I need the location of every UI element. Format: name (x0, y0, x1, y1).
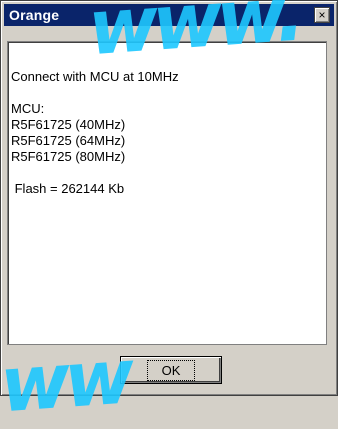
window-title: Orange (9, 7, 60, 23)
message-line (11, 165, 326, 181)
message-line: Flash = 262144 Kb (11, 181, 125, 196)
ok-button-label: OK (146, 359, 196, 381)
message-area: Connect with MCU at 10MHz MCU: R5F61725 … (7, 41, 327, 345)
message-line: R5F61725 (40MHz) (11, 117, 126, 132)
message-line: MCU: (11, 101, 45, 116)
message-line: R5F61725 (64MHz) (11, 133, 126, 148)
close-button[interactable]: × (314, 7, 330, 23)
dialog-window: Orange × Connect with MCU at 10MHz MCU: … (0, 0, 338, 396)
message-line: R5F61725 (80MHz) (11, 149, 126, 164)
close-icon: × (318, 8, 326, 22)
ok-button[interactable]: OK (120, 356, 222, 384)
title-bar[interactable]: Orange × (4, 4, 334, 26)
message-line (11, 85, 326, 101)
message-line: Connect with MCU at 10MHz (11, 69, 179, 84)
